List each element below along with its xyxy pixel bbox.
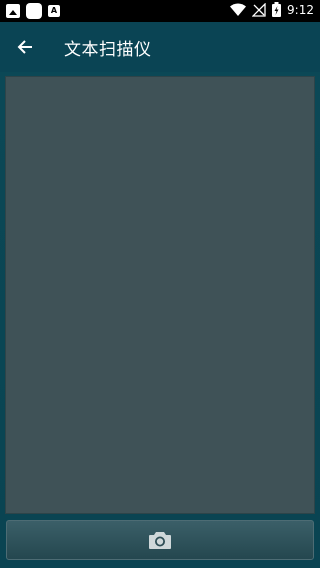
wifi-icon [230, 3, 247, 16]
capture-button[interactable] [6, 520, 314, 560]
app-bar: 文本扫描仪 [0, 22, 320, 72]
battery-icon [272, 2, 282, 17]
status-bar: A 9:12 [0, 0, 320, 22]
a-icon: A [48, 5, 60, 17]
camera-icon [149, 532, 171, 549]
status-right-icons: 9:12 [230, 2, 314, 17]
status-left-icons: A [6, 3, 60, 19]
content-area [0, 72, 320, 568]
back-button[interactable] [10, 32, 40, 62]
back-arrow-icon [17, 40, 32, 54]
no-signal-icon [252, 2, 266, 17]
page-title: 文本扫描仪 [64, 40, 152, 60]
status-time: 9:12 [287, 2, 314, 17]
square-icon [26, 3, 42, 19]
image-icon [6, 4, 20, 18]
scan-preview-area [5, 76, 315, 514]
